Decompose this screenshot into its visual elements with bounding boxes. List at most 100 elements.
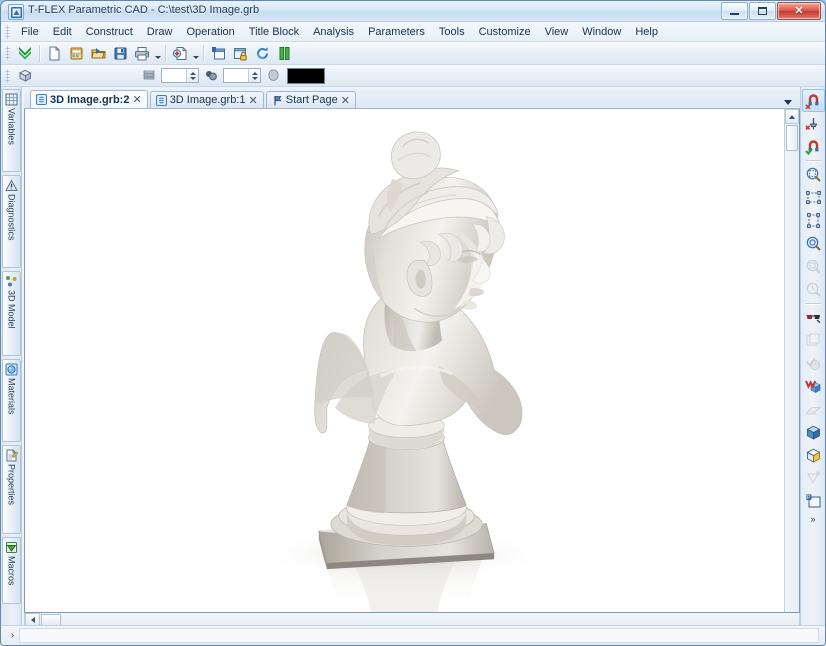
stereo-glasses-icon[interactable] bbox=[802, 306, 825, 329]
minimize-button[interactable] bbox=[721, 2, 748, 20]
sidebar-item-label: Variables bbox=[7, 108, 16, 145]
apply-sphere-icon[interactable] bbox=[802, 352, 825, 375]
material-sphere-icon bbox=[5, 363, 18, 376]
document-tab-start-page[interactable]: Start Page ✕ bbox=[266, 91, 356, 108]
insert-page-dropdown-icon[interactable] bbox=[191, 44, 200, 63]
pause-bars-icon[interactable] bbox=[273, 43, 295, 64]
zoom-next-icon[interactable] bbox=[802, 278, 825, 301]
menu-item-window[interactable]: Window bbox=[575, 23, 628, 41]
document-tab-strip: 3D Image.grb:2 ✕ 3D Image.grb:1 ✕ bbox=[24, 89, 800, 109]
line-thickness-input[interactable] bbox=[162, 69, 186, 82]
new-document-icon[interactable] bbox=[43, 43, 65, 64]
close-icon[interactable]: ✕ bbox=[132, 93, 141, 106]
scale-stepper[interactable] bbox=[223, 68, 261, 83]
menu-item-edit[interactable]: Edit bbox=[46, 23, 79, 41]
menu-item-customize[interactable]: Customize bbox=[472, 23, 538, 41]
print-icon[interactable] bbox=[131, 43, 153, 64]
close-icon: ✕ bbox=[794, 6, 803, 17]
lock-document-icon[interactable] bbox=[229, 43, 251, 64]
menu-item-tools[interactable]: Tools bbox=[432, 23, 472, 41]
menu-item-operation[interactable]: Operation bbox=[179, 23, 241, 41]
vertical-scroll-thumb[interactable] bbox=[786, 125, 798, 151]
zoom-previous-icon[interactable] bbox=[802, 255, 825, 278]
sidebar-item-label: Macros bbox=[7, 556, 16, 586]
start-page-flag-icon bbox=[272, 95, 283, 106]
toolbar-drag-grip[interactable] bbox=[5, 46, 10, 60]
document-3d-icon bbox=[36, 94, 47, 105]
document-tab-3d-image-1[interactable]: 3D Image.grb:1 ✕ bbox=[150, 91, 264, 108]
3d-view-cube-icon[interactable] bbox=[14, 65, 36, 86]
scale-spin-buttons[interactable] bbox=[248, 69, 260, 82]
save-document-icon[interactable] bbox=[109, 43, 131, 64]
command-prompt-icon: › bbox=[7, 629, 18, 642]
page-properties-icon[interactable]: P bbox=[802, 490, 825, 513]
sidebar-item-materials[interactable]: Materials bbox=[2, 359, 21, 442]
zoom-all-icon[interactable] bbox=[802, 232, 825, 255]
close-button[interactable]: ✕ bbox=[777, 2, 821, 20]
maximize-button[interactable] bbox=[749, 2, 776, 20]
section-plane-icon[interactable] bbox=[802, 398, 825, 421]
refresh-icon[interactable] bbox=[251, 43, 273, 64]
fit-width-icon[interactable] bbox=[802, 186, 825, 209]
document-tab-3d-image-2[interactable]: 3D Image.grb:2 ✕ bbox=[30, 90, 148, 108]
view-tools-toolbar: P » bbox=[800, 87, 825, 632]
toolbar-separator bbox=[805, 303, 821, 304]
main-toolbar bbox=[1, 42, 825, 65]
menu-item-draw[interactable]: Draw bbox=[140, 23, 180, 41]
menu-item-construct[interactable]: Construct bbox=[79, 23, 140, 41]
tab-list-dropdown-icon[interactable] bbox=[784, 100, 792, 105]
menu-drag-grip[interactable] bbox=[5, 25, 10, 39]
properties-page-icon bbox=[5, 449, 18, 462]
sidebar-item-diagnostics[interactable]: Diagnostics bbox=[2, 175, 21, 268]
menu-item-view[interactable]: View bbox=[538, 23, 576, 41]
zoom-window-icon[interactable] bbox=[802, 163, 825, 186]
viewport-vertical-scrollbar[interactable] bbox=[784, 109, 799, 612]
open-folder-icon[interactable] bbox=[87, 43, 109, 64]
secondary-toolbar-drag-grip[interactable] bbox=[5, 69, 10, 83]
document-area: 3D Image.grb:2 ✕ 3D Image.grb:1 ✕ bbox=[24, 89, 800, 632]
close-icon[interactable]: ✕ bbox=[341, 94, 350, 107]
3d-scene[interactable] bbox=[25, 109, 784, 612]
solid-cube-icon[interactable] bbox=[802, 421, 825, 444]
weld-cube-icon[interactable] bbox=[802, 375, 825, 398]
left-sidebar-tabs: Variables Diagnostics bbox=[1, 87, 22, 632]
layers-stack-icon[interactable] bbox=[802, 329, 825, 352]
scale-input[interactable] bbox=[224, 69, 248, 82]
menu-item-help[interactable]: Help bbox=[628, 23, 665, 41]
line-style-icon[interactable] bbox=[200, 65, 222, 86]
insert-page-icon[interactable] bbox=[169, 43, 191, 64]
menu-item-parameters[interactable]: Parameters bbox=[361, 23, 432, 41]
apply-green-chevrons-icon[interactable] bbox=[14, 43, 36, 64]
shade-icon[interactable] bbox=[262, 65, 284, 86]
document-3d-icon bbox=[156, 95, 167, 106]
snap-off-icon[interactable] bbox=[802, 89, 825, 112]
new-window-icon[interactable] bbox=[207, 43, 229, 64]
sidebar-item-3d-model[interactable]: 3D Model bbox=[2, 271, 21, 356]
toolbar-overflow-icon[interactable]: » bbox=[803, 513, 824, 524]
line-thickness-stepper[interactable] bbox=[161, 68, 199, 83]
classical-marble-bust bbox=[25, 109, 784, 612]
document-tab-label: 3D Image.grb:2 bbox=[50, 94, 129, 106]
pin-off-icon[interactable] bbox=[802, 112, 825, 135]
face-select-cube-icon[interactable] bbox=[802, 444, 825, 467]
snap-on-icon[interactable] bbox=[802, 135, 825, 158]
fit-height-icon[interactable] bbox=[802, 209, 825, 232]
scroll-up-button[interactable] bbox=[785, 109, 799, 124]
line-thickness-spin-buttons[interactable] bbox=[186, 69, 198, 82]
layers-icon[interactable] bbox=[138, 65, 160, 86]
sidebar-item-properties[interactable]: Properties bbox=[2, 445, 21, 534]
secondary-toolbar bbox=[1, 65, 825, 87]
menu-item-analysis[interactable]: Analysis bbox=[306, 23, 361, 41]
print-dropdown-icon[interactable] bbox=[153, 44, 162, 63]
menu-item-file[interactable]: File bbox=[14, 23, 46, 41]
sidebar-item-label: Diagnostics bbox=[7, 194, 16, 241]
sidebar-item-variables[interactable]: Variables bbox=[2, 89, 21, 172]
light-cone-icon[interactable] bbox=[802, 467, 825, 490]
new-from-template-icon[interactable] bbox=[65, 43, 87, 64]
close-icon[interactable]: ✕ bbox=[249, 94, 258, 107]
color-swatch[interactable] bbox=[287, 68, 325, 84]
model-tree-icon bbox=[5, 275, 18, 288]
sidebar-item-macros[interactable]: Macros bbox=[2, 537, 21, 604]
warning-triangle-icon bbox=[5, 179, 18, 192]
menu-item-title-block[interactable]: Title Block bbox=[242, 23, 306, 41]
